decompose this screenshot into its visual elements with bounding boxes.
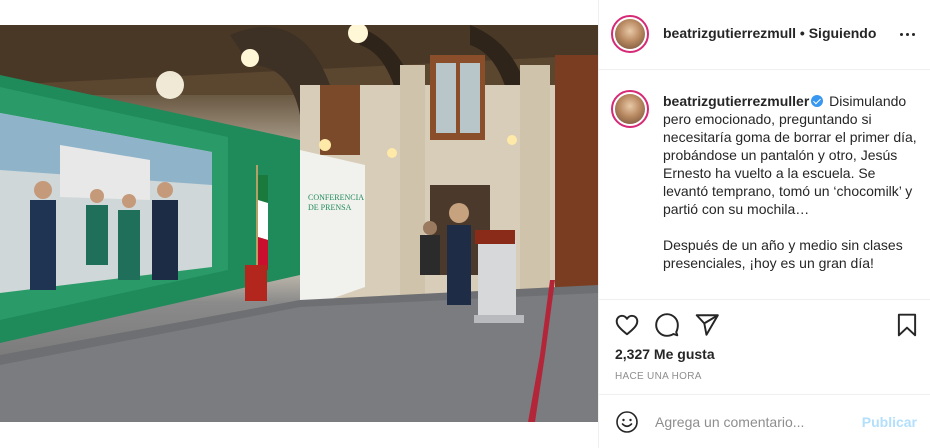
comment-bubble-icon[interactable]: [654, 312, 680, 338]
caption-text: beatrizgutierrezmuller Disimulando pero …: [663, 92, 923, 272]
post-header: beatrizgutierrezmull • Siguiendo: [599, 0, 930, 70]
author-avatar[interactable]: [611, 15, 649, 53]
header-separator: •: [799, 25, 805, 41]
post-timestamp[interactable]: HACE UNA HORA: [615, 371, 702, 382]
caption-paragraph-1: beatrizgutierrezmuller Disimulando pero …: [663, 92, 923, 218]
likes-count[interactable]: 2,327 Me gusta: [615, 346, 715, 362]
avatar-image: [615, 19, 645, 49]
press-conference-scene: CONFERENCIA DE PRENSA: [0, 25, 598, 422]
comment-bar: Publicar: [599, 394, 930, 448]
publish-button[interactable]: Publicar: [862, 414, 917, 430]
post-photo[interactable]: CONFERENCIA DE PRENSA: [0, 25, 598, 422]
comment-input[interactable]: [655, 412, 855, 432]
caption-paragraph-2: Después de un año y medio sin clases pre…: [663, 237, 903, 271]
dot: [905, 32, 909, 36]
post-side-panel: beatrizgutierrezmull • Siguiendo beatriz…: [598, 0, 930, 448]
bookmark-icon[interactable]: [894, 312, 920, 338]
emoji-smile-icon[interactable]: [615, 410, 639, 434]
caption-username[interactable]: beatrizgutierrezmuller: [663, 93, 809, 109]
follow-status-button[interactable]: Siguiendo: [809, 25, 877, 41]
dot: [899, 32, 903, 36]
header-username[interactable]: beatrizgutierrezmull: [663, 25, 796, 41]
paper-plane-icon[interactable]: [694, 312, 720, 338]
verified-badge-icon: [811, 95, 824, 107]
post-actions: 2,327 Me gusta HACE UNA HORA: [599, 299, 930, 394]
caption-body-1: Disimulando pero emocionado, preguntando…: [663, 93, 917, 217]
conference-label-1: CONFERENCIA: [308, 193, 364, 202]
post-image-area: CONFERENCIA DE PRENSA: [0, 0, 598, 448]
caption-avatar[interactable]: [611, 90, 649, 128]
more-dots-icon[interactable]: [897, 24, 917, 44]
header-username-line: beatrizgutierrezmull • Siguiendo: [663, 25, 876, 41]
dot: [911, 32, 915, 36]
avatar-image: [615, 94, 645, 124]
heart-icon[interactable]: [614, 312, 640, 338]
conference-label-2: DE PRENSA: [308, 203, 352, 212]
